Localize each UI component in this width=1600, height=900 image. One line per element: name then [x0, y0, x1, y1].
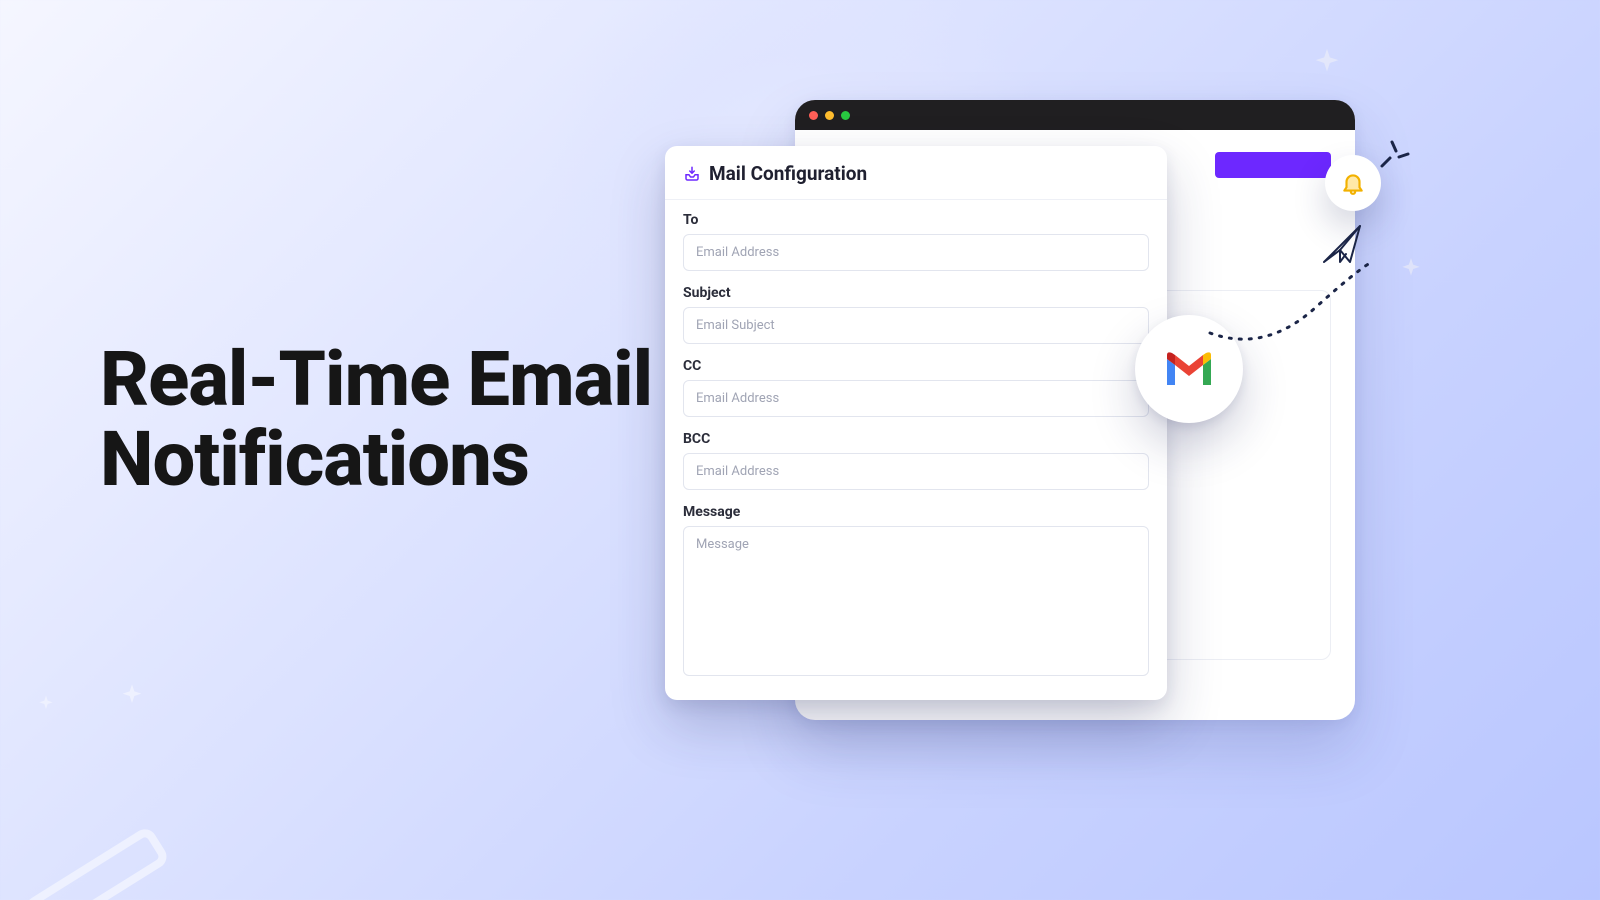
bell-rays-icon [1378, 136, 1412, 170]
sparkle-icon [36, 694, 56, 718]
subject-label: Subject [683, 285, 1149, 301]
field-to: To [683, 212, 1149, 271]
primary-action-pill[interactable] [1215, 152, 1331, 178]
modal-title: Mail Configuration [709, 162, 867, 185]
window-titlebar [795, 100, 1355, 130]
sparkle-icon [1310, 46, 1344, 84]
headline-line-2: Notifications [100, 420, 652, 500]
page-headline: Real-Time Email Notifications [100, 340, 652, 500]
bell-icon [1325, 155, 1381, 211]
to-input[interactable] [683, 234, 1149, 271]
cc-label: CC [683, 358, 1149, 374]
mail-configuration-modal: Mail Configuration To Subject CC BCC Mes… [665, 146, 1167, 700]
wand-icon [21, 825, 180, 900]
field-subject: Subject [683, 285, 1149, 344]
cc-input[interactable] [683, 380, 1149, 417]
field-bcc: BCC [683, 431, 1149, 490]
flight-path [1205, 258, 1375, 348]
bcc-label: BCC [683, 431, 1149, 447]
field-cc: CC [683, 358, 1149, 417]
window-maximize-dot[interactable] [841, 111, 850, 120]
sparkle-icon [1398, 256, 1424, 286]
modal-header: Mail Configuration [665, 146, 1167, 200]
window-close-dot[interactable] [809, 111, 818, 120]
headline-line-1: Real-Time Email [100, 340, 652, 420]
message-label: Message [683, 504, 1149, 520]
window-minimize-dot[interactable] [825, 111, 834, 120]
subject-input[interactable] [683, 307, 1149, 344]
inbox-icon [683, 165, 701, 183]
mail-form: To Subject CC BCC Message [665, 200, 1167, 680]
message-input[interactable] [683, 526, 1149, 676]
bcc-input[interactable] [683, 453, 1149, 490]
to-label: To [683, 212, 1149, 228]
sparkle-icon [118, 682, 146, 714]
field-message: Message [683, 504, 1149, 680]
